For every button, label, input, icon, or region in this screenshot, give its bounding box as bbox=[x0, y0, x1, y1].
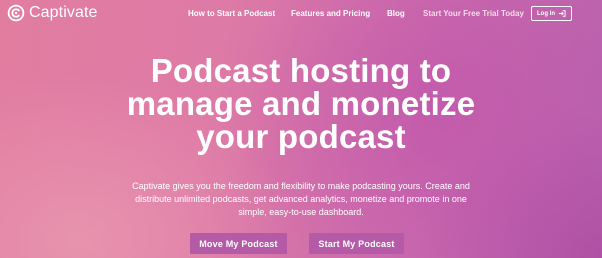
nav-link-features-pricing[interactable]: Features and Pricing bbox=[291, 9, 370, 19]
login-button[interactable]: Log In bbox=[531, 6, 572, 21]
headline-line-2: manage and monetize bbox=[126, 85, 476, 122]
subtext-line-1: Captivate gives you the freedom and flex… bbox=[132, 181, 470, 191]
headline-line-1: Podcast hosting to bbox=[150, 52, 452, 89]
nav-link-how-to-start[interactable]: How to Start a Podcast bbox=[188, 9, 275, 19]
subtext-line-2: distribute unlimited podcasts, get advan… bbox=[135, 194, 467, 204]
brand-logo[interactable]: Captivate bbox=[7, 4, 98, 22]
move-my-podcast-button[interactable]: Move My Podcast bbox=[190, 233, 287, 254]
subtext-line-3: simple, easy-to-use dashboard. bbox=[238, 207, 364, 217]
nav-link-free-trial[interactable]: Start Your Free Trial Today bbox=[423, 9, 524, 19]
headline-line-3: your podcast bbox=[196, 118, 406, 155]
login-arrow-icon bbox=[558, 10, 566, 17]
site-header: Captivate How to Start a Podcast Feature… bbox=[0, 0, 602, 30]
brand-name: Captivate bbox=[29, 4, 98, 21]
login-label: Log In bbox=[537, 10, 555, 17]
hero-subtext: Captivate gives you the freedom and flex… bbox=[112, 180, 490, 219]
hero-headline: Podcast hosting to manage and monetize y… bbox=[0, 54, 602, 153]
nav-link-blog[interactable]: Blog bbox=[387, 9, 405, 19]
start-my-podcast-button[interactable]: Start My Podcast bbox=[309, 233, 404, 254]
captivate-logo-icon bbox=[7, 4, 25, 22]
